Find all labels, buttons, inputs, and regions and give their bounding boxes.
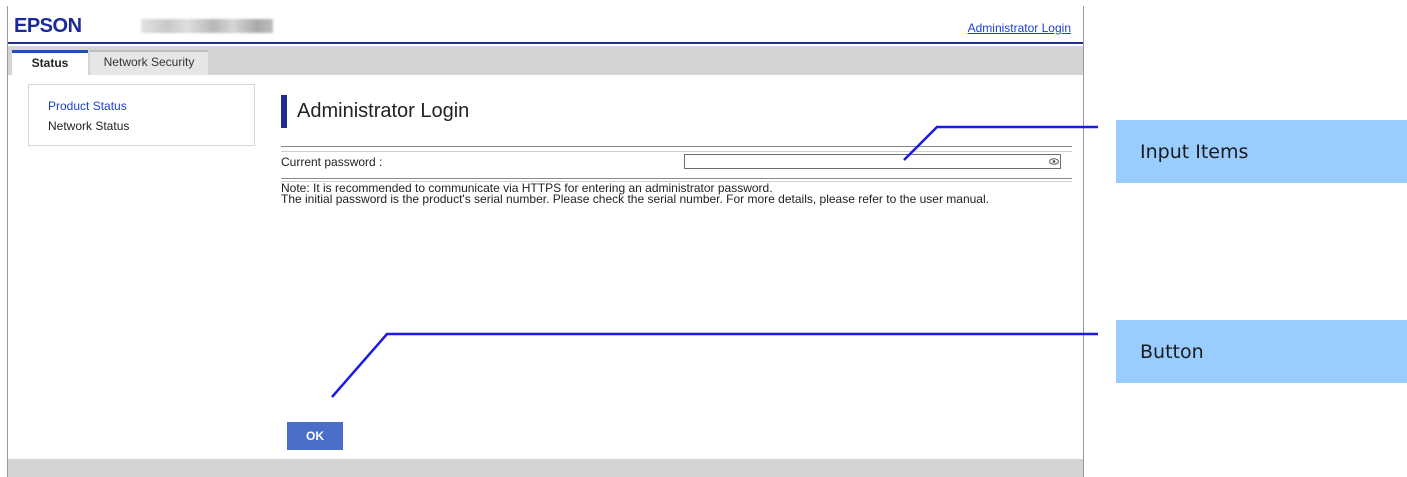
ok-button[interactable]: OK <box>287 422 343 450</box>
eye-icon[interactable] <box>1047 154 1061 169</box>
tab-status[interactable]: Status <box>12 50 88 75</box>
tab-network-security[interactable]: Network Security <box>90 50 208 75</box>
note-line-2: The initial password is the product's se… <box>281 192 989 206</box>
sidebar: Product Status Network Status <box>28 84 255 146</box>
divider <box>281 151 1072 152</box>
title-accent-bar <box>281 95 287 128</box>
divider <box>281 178 1072 179</box>
epson-web-config-window: EPSON Administrator Login Status Network… <box>7 6 1084 477</box>
callout-button: Button <box>1116 320 1407 383</box>
header: EPSON Administrator Login <box>8 6 1083 44</box>
epson-logo: EPSON <box>14 15 82 37</box>
tab-bar: Status Network Security <box>8 46 1083 75</box>
https-note: Note: It is recommended to communicate v… <box>281 182 989 206</box>
administrator-login-link[interactable]: Administrator Login <box>968 21 1071 35</box>
sidebar-item-product-status[interactable]: Product Status <box>48 99 127 113</box>
current-password-label: Current password : <box>281 155 383 169</box>
page-title: Administrator Login <box>297 100 470 122</box>
callout-input-items: Input Items <box>1116 120 1407 183</box>
footer-bar <box>8 459 1083 477</box>
current-password-input[interactable] <box>684 154 1061 169</box>
redacted-product-name <box>141 19 273 33</box>
sidebar-item-network-status[interactable]: Network Status <box>48 119 129 133</box>
divider <box>281 146 1072 147</box>
